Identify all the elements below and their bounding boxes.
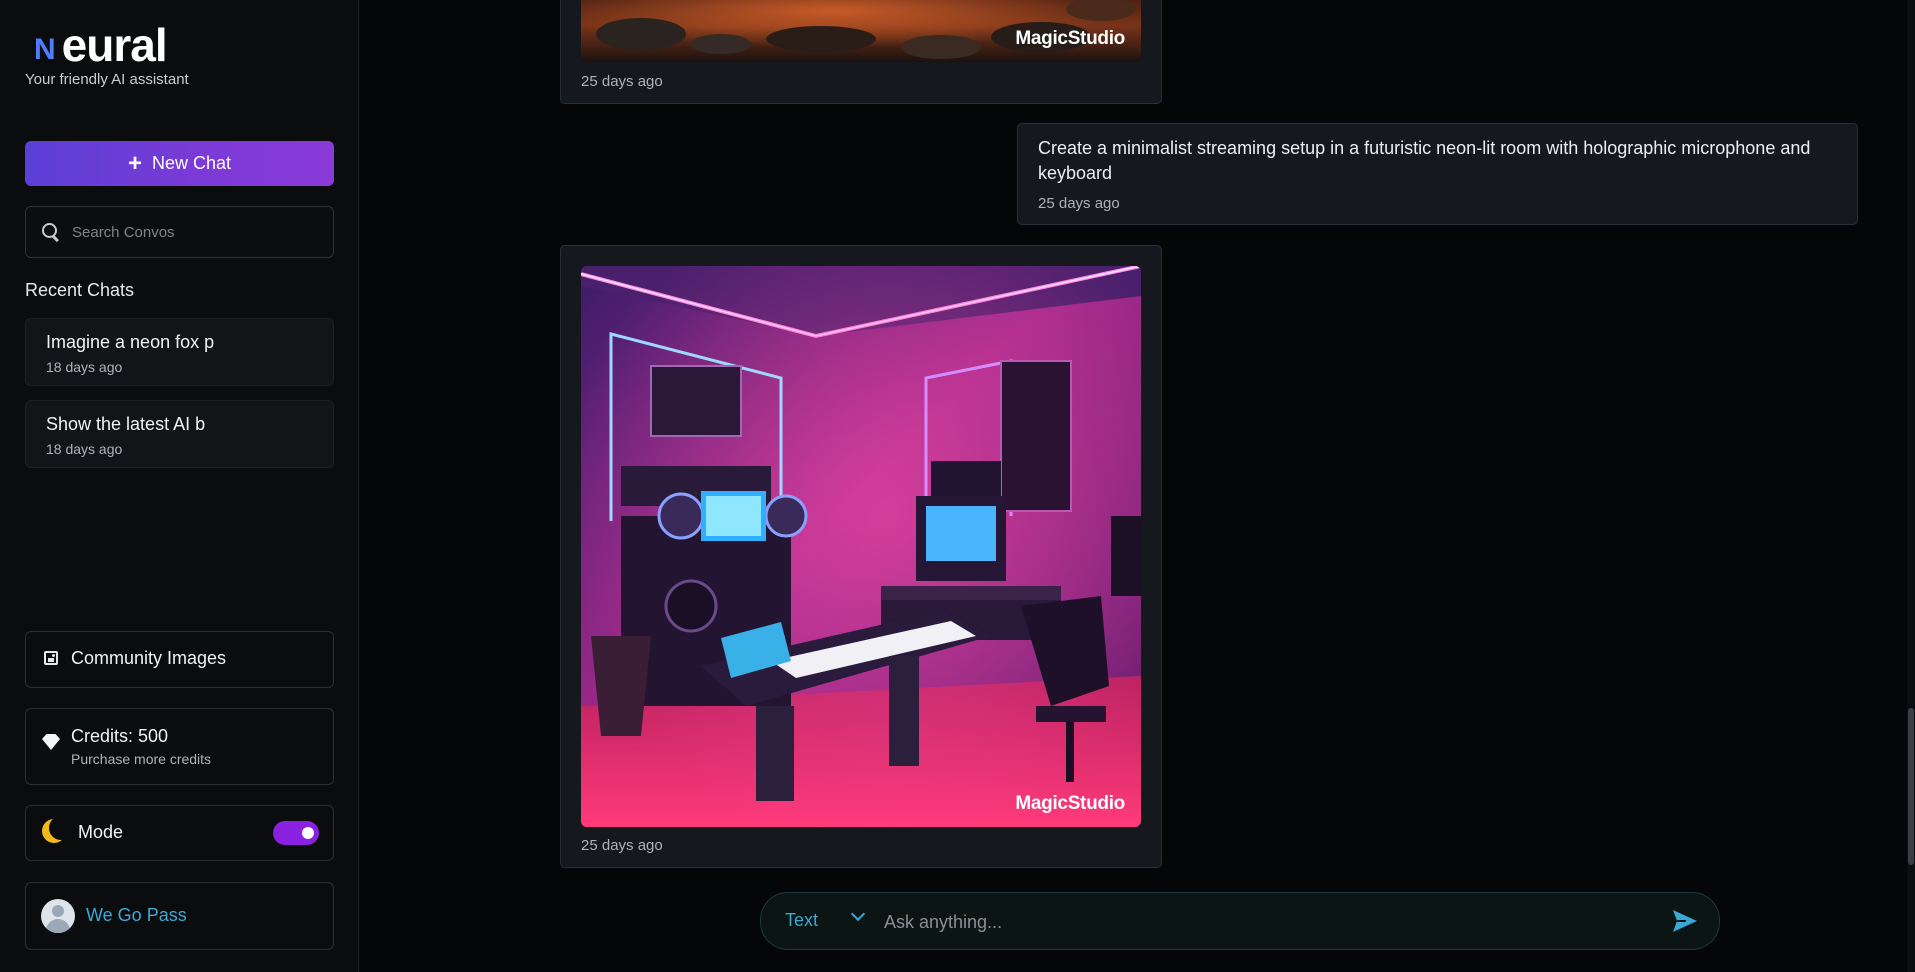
- recent-chat-item[interactable]: Imagine a neon fox p 18 days ago: [25, 318, 334, 386]
- moon-icon: [42, 819, 66, 843]
- credits-card[interactable]: Credits: 500 Purchase more credits: [25, 708, 334, 785]
- generated-image[interactable]: MagicStudio: [581, 0, 1141, 62]
- mode-card: Mode: [25, 805, 334, 861]
- sidebar: N eural Your friendly AI assistant + New…: [0, 0, 359, 972]
- scrollbar-track[interactable]: [1907, 0, 1915, 972]
- avatar: [41, 899, 75, 933]
- magicstudio-watermark: MagicStudio: [1015, 28, 1125, 49]
- send-icon: [1673, 910, 1697, 932]
- ask-input[interactable]: [882, 907, 1636, 937]
- new-chat-label: New Chat: [151, 153, 232, 173]
- logo: N eural: [34, 19, 168, 71]
- user-message-text: Create a minimalist streaming setup in a…: [1038, 138, 1811, 183]
- gallery-icon: [44, 651, 58, 665]
- send-button[interactable]: [1671, 908, 1699, 934]
- recent-chat-title: Show the latest AI b: [46, 414, 206, 434]
- generated-image[interactable]: MagicStudio: [581, 266, 1141, 827]
- mode-label: Mode: [78, 822, 124, 842]
- new-chat-button[interactable]: + New Chat: [25, 141, 334, 186]
- purchase-credits-link[interactable]: Purchase more credits: [71, 751, 211, 767]
- message-timestamp: 25 days ago: [581, 837, 663, 854]
- recent-chat-title: Imagine a neon fox p: [46, 332, 215, 352]
- search-icon: [41, 222, 61, 242]
- credits-label: Credits: 500: [71, 726, 169, 746]
- recent-chats-heading: Recent Chats: [25, 280, 135, 300]
- scrollbar-thumb[interactable]: [1908, 708, 1914, 865]
- user-profile[interactable]: We Go Pass: [25, 882, 334, 950]
- logo-mark: N: [34, 33, 56, 66]
- message-timestamp: 25 days ago: [1038, 195, 1120, 212]
- community-images-label: Community Images: [71, 648, 227, 668]
- mode-select[interactable]: Text: [785, 910, 818, 931]
- logo-text: eural: [61, 19, 168, 71]
- diamond-icon: [42, 739, 60, 750]
- magicstudio-watermark: MagicStudio: [1015, 793, 1125, 814]
- tagline: Your friendly AI assistant: [25, 71, 189, 88]
- user-message: Create a minimalist streaming setup in a…: [1017, 123, 1858, 225]
- image-message: MagicStudio 25 days ago: [560, 0, 1162, 104]
- message-composer: Text: [760, 892, 1720, 950]
- plus-icon: +: [127, 149, 142, 177]
- search-input[interactable]: [70, 222, 324, 242]
- neon-studio-image: [581, 266, 1141, 827]
- chevron-down-icon[interactable]: [850, 906, 866, 922]
- search-box: [25, 206, 334, 258]
- message-timestamp: 25 days ago: [581, 73, 663, 90]
- recent-chat-date: 18 days ago: [46, 441, 123, 457]
- recent-chat-item[interactable]: Show the latest AI b 18 days ago: [25, 400, 334, 468]
- community-images-button[interactable]: Community Images: [25, 631, 334, 688]
- user-name[interactable]: We Go Pass: [86, 905, 187, 926]
- mode-toggle[interactable]: [273, 821, 319, 845]
- image-message: MagicStudio 25 days ago: [560, 245, 1162, 868]
- recent-chat-date: 18 days ago: [46, 359, 123, 375]
